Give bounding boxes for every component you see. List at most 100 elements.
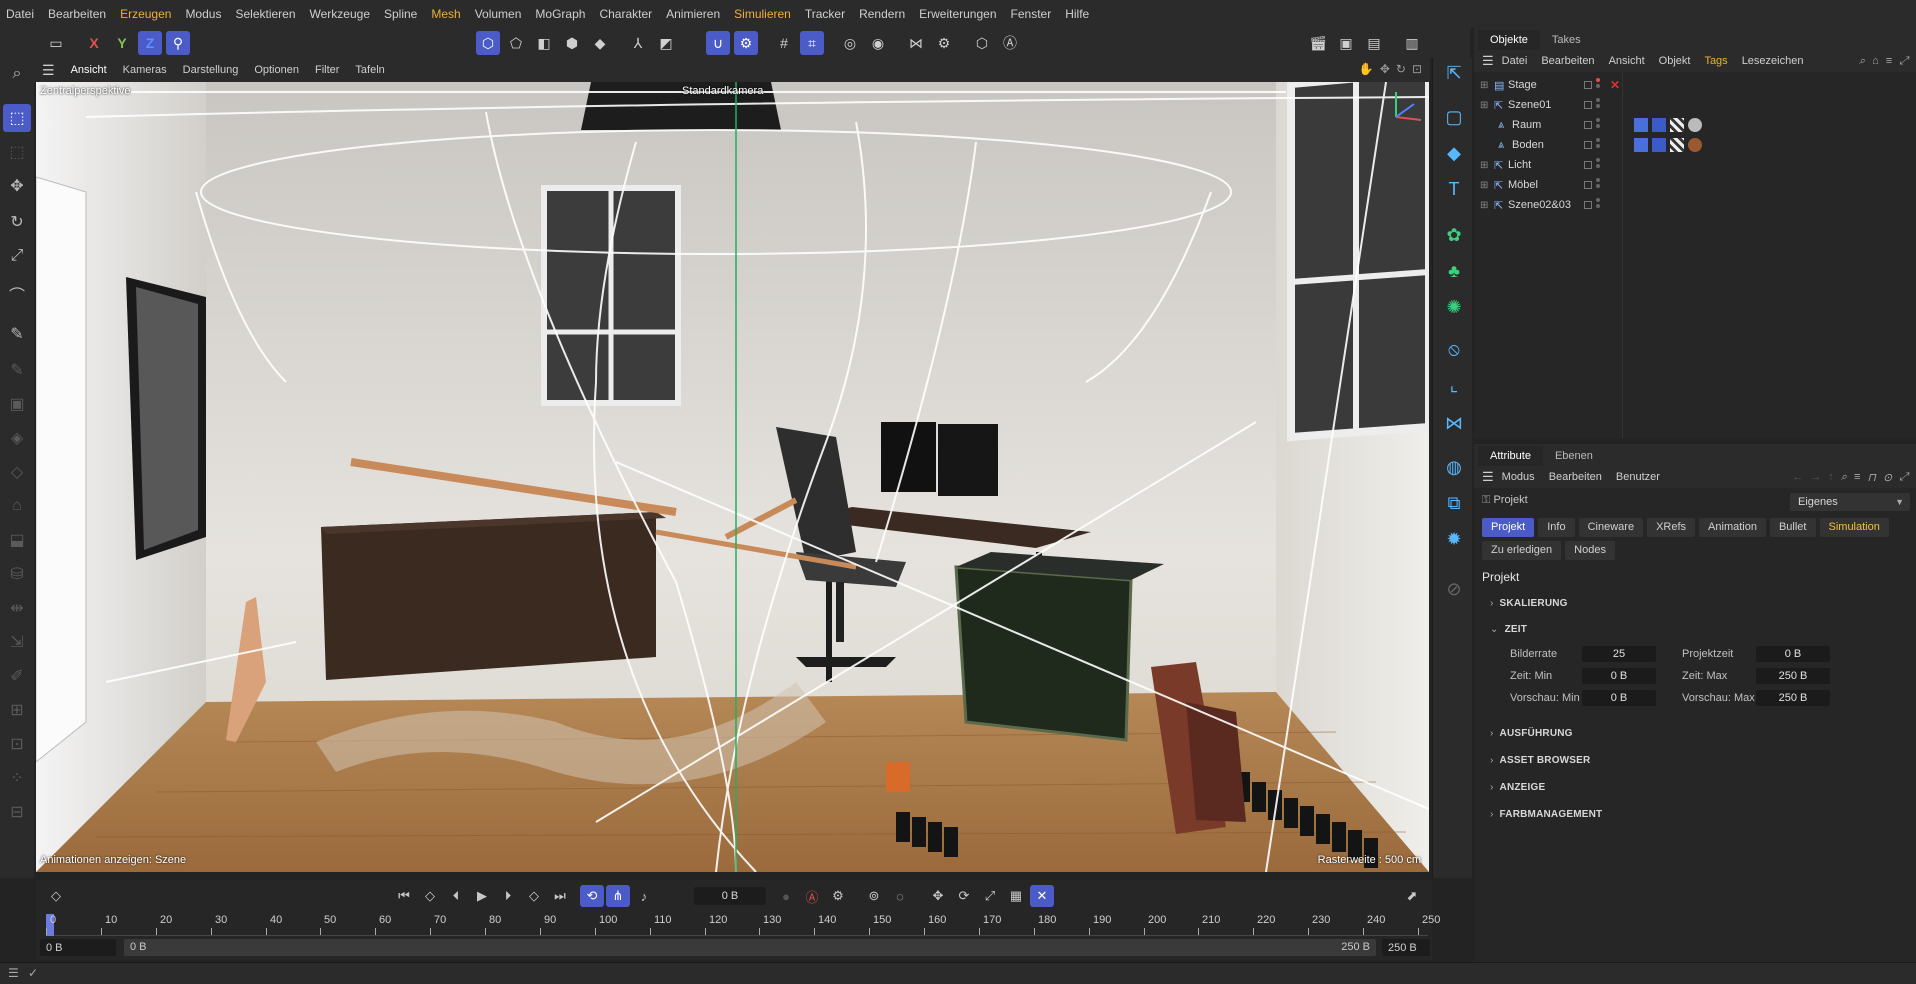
go-to-end-icon[interactable]: ⏭: [548, 885, 572, 907]
projektzeit-field[interactable]: 0 B: [1756, 646, 1830, 662]
nav-up-icon[interactable]: ↑: [1828, 471, 1834, 484]
key-scale-icon[interactable]: ⟳: [952, 885, 976, 907]
viewport-camera-label[interactable]: Standardkamera: [682, 85, 763, 97]
measure-tool-icon[interactable]: ⊞: [3, 696, 31, 724]
sculpt-icon[interactable]: ⋈: [1439, 408, 1469, 438]
deformer-icon[interactable]: ✺: [1439, 292, 1469, 322]
bridge-tool-icon[interactable]: ⌂: [3, 492, 31, 520]
key-rotation-icon[interactable]: ◌: [888, 885, 912, 907]
section-asset-browser[interactable]: › ASSET BROWSER: [1490, 755, 1590, 766]
viewport-move-icon[interactable]: ✥: [1380, 62, 1390, 76]
edges-mode-icon[interactable]: ⬢: [560, 31, 584, 55]
menu-werkzeuge[interactable]: Werkzeuge: [310, 7, 370, 21]
paint-tool-icon[interactable]: ✐: [3, 662, 31, 690]
picture-viewer-icon[interactable]: ▥: [1400, 31, 1424, 55]
attributes-settings-icon[interactable]: ⊙: [1883, 471, 1892, 484]
section-skalierung[interactable]: › SKALIERUNG: [1490, 598, 1568, 609]
attributes-search-icon[interactable]: ⌕: [1841, 471, 1847, 484]
render-active-view-icon[interactable]: ▣: [1334, 31, 1358, 55]
viewport-projection-label[interactable]: Zentralperspektive: [40, 85, 131, 97]
render-queue-icon[interactable]: ▤: [1362, 31, 1386, 55]
checker-tag-icon[interactable]: [1670, 118, 1684, 132]
menu-tracker[interactable]: Tracker: [805, 7, 845, 21]
autokey-icon[interactable]: Ⓐ: [800, 885, 824, 907]
menu-spline[interactable]: Spline: [384, 7, 417, 21]
subtab-projekt[interactable]: Projekt: [1482, 518, 1535, 537]
preview-range-bar[interactable]: 0 B 250 B: [124, 939, 1376, 956]
subtab-zu-erledigen[interactable]: Zu erledigen: [1482, 541, 1562, 560]
viewport-rotate-icon[interactable]: ↻: [1396, 62, 1406, 76]
snap-icon[interactable]: ∪: [706, 31, 730, 55]
coordinate-system-icon[interactable]: ⚲: [166, 31, 190, 55]
attributes-lock-icon[interactable]: ⊓: [1867, 471, 1876, 484]
key-pla-icon[interactable]: ▦: [1004, 885, 1028, 907]
ruler-tool-icon[interactable]: ⊟: [3, 798, 31, 826]
mirror-tool-icon[interactable]: ⇹: [3, 594, 31, 622]
attributes-menu-benutzer[interactable]: Benutzer: [1616, 471, 1660, 483]
uvw-tag-icon[interactable]: [1634, 118, 1648, 132]
current-frame-field[interactable]: 0 B: [694, 887, 766, 905]
objects-menu-ansicht[interactable]: Ansicht: [1609, 55, 1645, 67]
key-param-icon[interactable]: ⤢: [978, 885, 1002, 907]
knife-tool-icon[interactable]: ✎: [3, 320, 31, 348]
viewport-hamburger-icon[interactable]: ☰: [42, 62, 55, 79]
tab-ebenen[interactable]: Ebenen: [1543, 446, 1605, 466]
viewport-menu-optionen[interactable]: Optionen: [254, 64, 299, 76]
objects-menu-lesezeichen[interactable]: Lesezeichen: [1742, 55, 1804, 67]
texture-mode-icon[interactable]: ◩: [654, 31, 678, 55]
tag-icon[interactable]: Ⓐ: [998, 31, 1022, 55]
object-row-licht[interactable]: ⊞ ⇱ Licht: [1474, 155, 1916, 175]
previous-frame-icon[interactable]: ⏴: [444, 885, 468, 907]
workplane-icon[interactable]: #: [772, 31, 796, 55]
field-object-icon[interactable]: ⦸: [1439, 334, 1469, 364]
render-view-icon[interactable]: ◎: [838, 31, 862, 55]
section-ausfuehrung[interactable]: › AUSFÜHRUNG: [1490, 728, 1573, 739]
menu-charakter[interactable]: Charakter: [599, 7, 652, 21]
zeit-min-field[interactable]: 0 B: [1582, 668, 1656, 684]
scale-tool-icon[interactable]: ⤢: [3, 242, 31, 270]
symmetry-icon[interactable]: ⋈: [904, 31, 928, 55]
polygons-mode-icon[interactable]: ◆: [588, 31, 612, 55]
menu-mograph[interactable]: MoGraph: [535, 7, 585, 21]
menu-fenster[interactable]: Fenster: [1011, 7, 1052, 21]
menu-animieren[interactable]: Animieren: [666, 7, 720, 21]
delete-tag-icon[interactable]: ✕: [1610, 78, 1620, 92]
lock-z-axis-button[interactable]: Z: [138, 31, 162, 55]
object-row-boden[interactable]: ⩓ Boden: [1474, 135, 1916, 155]
object-row-stage[interactable]: ⊞ ▤ Stage ✕: [1474, 75, 1916, 95]
subtab-simulation[interactable]: Simulation: [1819, 518, 1889, 537]
subtab-xrefs[interactable]: XRefs: [1647, 518, 1696, 537]
menu-selektieren[interactable]: Selektieren: [235, 7, 295, 21]
search-icon[interactable]: ⌕: [3, 60, 31, 88]
section-anzeige[interactable]: › ANZEIGE: [1490, 782, 1545, 793]
stitch-tool-icon[interactable]: ⇲: [3, 628, 31, 656]
null-object-icon[interactable]: ⇱: [1439, 58, 1469, 88]
cube-outline-icon[interactable]: ◇: [3, 458, 31, 486]
brush-tool-icon[interactable]: ✎: [3, 356, 31, 384]
attributes-expand-icon[interactable]: ⤢: [1899, 471, 1908, 484]
cube-object-icon[interactable]: ◆: [1439, 138, 1469, 168]
tab-attribute[interactable]: Attribute: [1478, 446, 1543, 466]
status-check-icon[interactable]: ✓: [28, 966, 38, 980]
material-tag-icon[interactable]: [1688, 138, 1702, 152]
object-row-szene02-03[interactable]: ⊞ ⇱ Szene02&03: [1474, 195, 1916, 215]
menu-mesh[interactable]: Mesh: [431, 7, 460, 21]
viewport-menu-filter[interactable]: Filter: [315, 64, 339, 76]
key-interpolation-icon[interactable]: ✕: [1030, 885, 1054, 907]
subtab-info[interactable]: Info: [1538, 518, 1575, 537]
objects-filter-icon[interactable]: ≡: [1886, 55, 1892, 68]
cylinder-tool-icon[interactable]: ⛁: [3, 560, 31, 588]
settings-gear-icon[interactable]: ⚙: [932, 31, 956, 55]
objects-expand-icon[interactable]: ⤢: [1899, 55, 1908, 68]
object-row-moebel[interactable]: ⊞ ⇱ Möbel: [1474, 175, 1916, 195]
vorschau-max-field[interactable]: 250 B: [1756, 690, 1830, 706]
light-object-icon[interactable]: ✹: [1439, 524, 1469, 554]
record-icon[interactable]: ●: [774, 885, 798, 907]
timeline-graph-icon[interactable]: ⬈: [1400, 885, 1424, 907]
bilderrate-field[interactable]: 25: [1582, 646, 1656, 662]
viewport-menu-kameras[interactable]: Kameras: [123, 64, 167, 76]
select-rect-icon[interactable]: ⬚: [3, 138, 31, 166]
uvw-tag-icon[interactable]: [1634, 138, 1648, 152]
text-object-icon[interactable]: T: [1439, 174, 1469, 204]
select-tool-icon[interactable]: ⬚: [3, 104, 31, 132]
